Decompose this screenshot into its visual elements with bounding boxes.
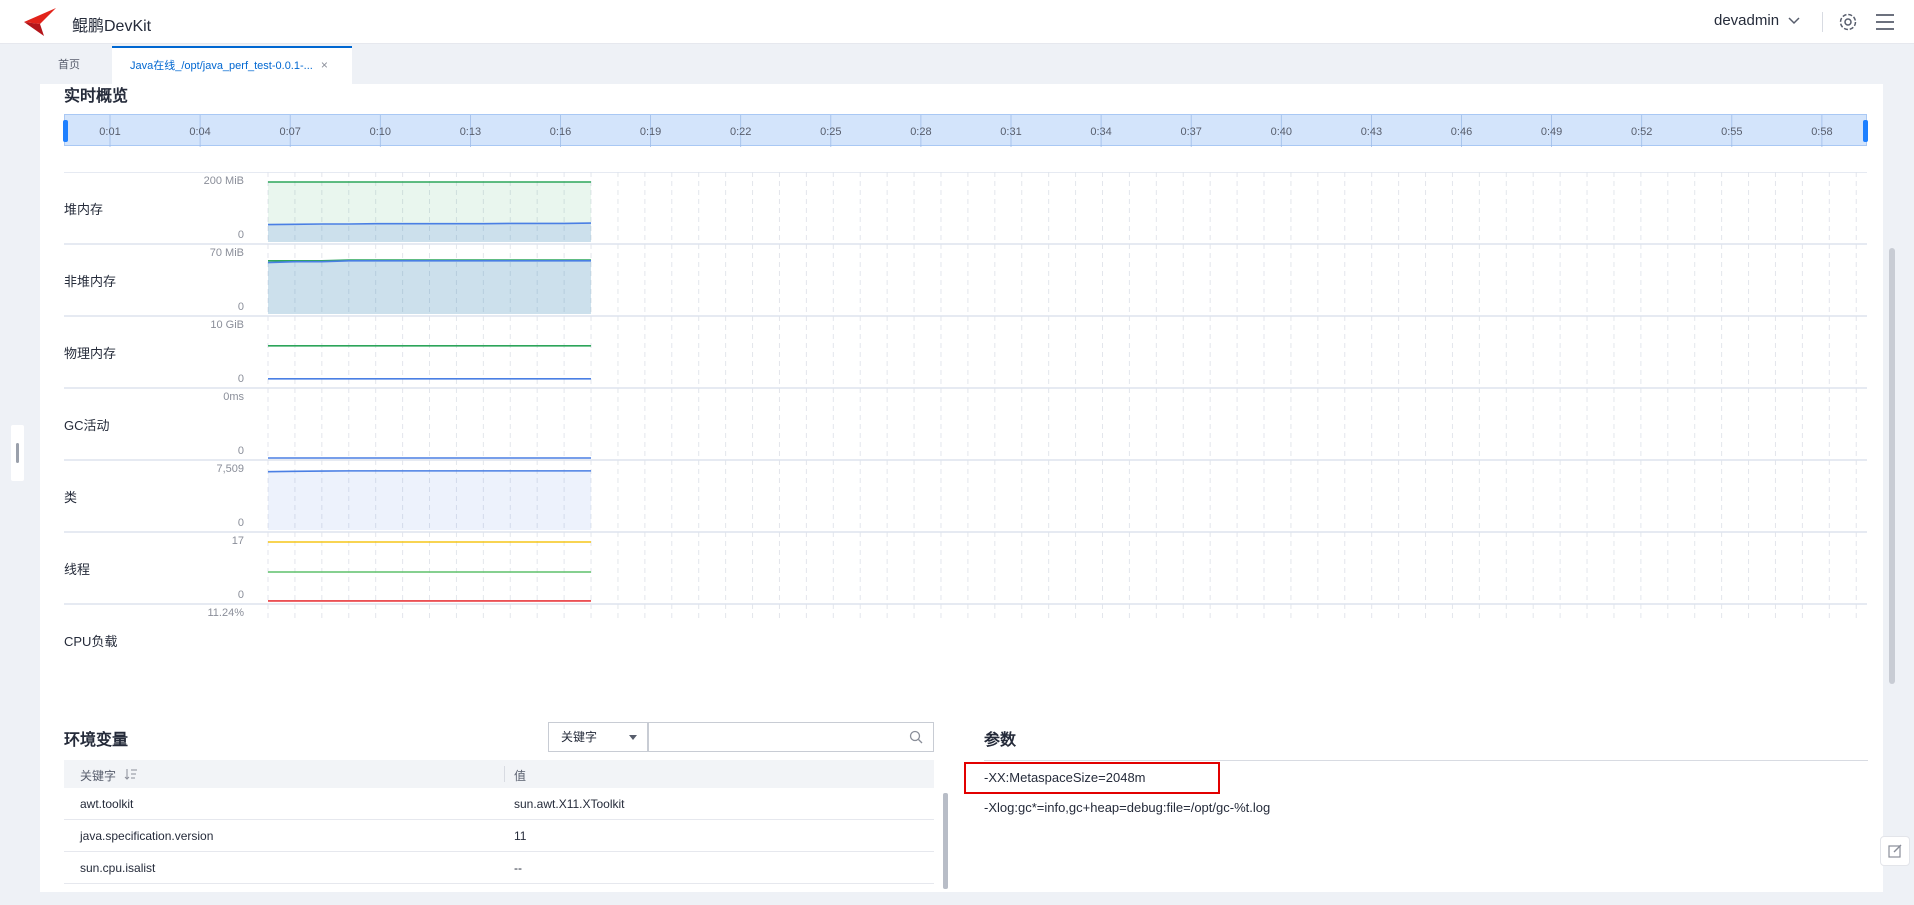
timeline-tick-label: 0:58: [1811, 126, 1832, 138]
env-key: awt.toolkit: [80, 797, 134, 811]
column-divider: [504, 766, 505, 782]
chart-row-label: 非堆内存: [64, 274, 117, 289]
timeline-tick-label: 0:43: [1361, 126, 1382, 138]
y-max-label: 70 MiB: [210, 247, 244, 259]
env-title: 环境变量: [64, 732, 129, 749]
timeline-tick-label: 0:34: [1090, 126, 1111, 138]
series-line: [267, 470, 592, 473]
sort-icon[interactable]: [124, 768, 138, 780]
table-scrollbar[interactable]: [943, 793, 948, 889]
env-value: --: [514, 861, 522, 875]
series-area: [268, 470, 592, 530]
timeline-tick-label: 0:13: [460, 126, 481, 138]
table-header: 关键字 值: [64, 760, 934, 788]
caret-down-icon: [629, 735, 637, 740]
timeline-tick-label: 0:22: [730, 126, 751, 138]
y-max-label: 7,509: [216, 463, 244, 475]
y-min-label: 0: [238, 373, 244, 385]
kunpeng-logo-icon: [24, 8, 56, 36]
timeline-tick-label: 0:49: [1541, 126, 1562, 138]
close-icon[interactable]: ×: [321, 58, 328, 72]
y-max-label: 200 MiB: [204, 175, 244, 187]
feedback-button[interactable]: [1880, 836, 1910, 866]
y-min-label: 0: [238, 301, 244, 313]
tab-java-online[interactable]: Java在线_/opt/java_perf_test-0.0.1-... ×: [112, 46, 352, 84]
top-bar: 鲲鹏DevKit devadmin: [0, 0, 1914, 44]
overview-title: 实时概览: [64, 88, 129, 105]
chart-row-label: 物理内存: [64, 346, 117, 361]
timeline-tick-label: 0:31: [1000, 126, 1021, 138]
param-item: -XX:MetaspaceSize=2048m: [984, 770, 1146, 785]
timeline-tick-label: 0:01: [99, 126, 120, 138]
param-item: -Xlog:gc*=info,gc+heap=debug:file=/opt/g…: [984, 800, 1271, 815]
params-title: 参数: [984, 732, 1017, 749]
user-menu[interactable]: devadmin: [1714, 12, 1779, 29]
y-max-label: 17: [232, 535, 244, 547]
table-row[interactable]: awt.toolkit sun.awt.X11.XToolkit: [64, 788, 934, 820]
chart-row-label: GC活动: [64, 418, 110, 433]
gear-icon[interactable]: [1837, 11, 1859, 33]
table-row[interactable]: java.specification.version 11: [64, 820, 934, 852]
hamburger-menu-icon[interactable]: [1874, 12, 1896, 32]
chart-row-label: 线程: [64, 562, 91, 577]
monitor-charts: 200 MiB 0 70 MiB 0 10 GiB 0 0ms 0 7,509 0 17 0 11.24…: [64, 172, 1867, 622]
env-key: sun.cpu.isalist: [80, 861, 156, 875]
chart-row-label: CPU负载: [64, 634, 118, 649]
timeline-tick-label: 0:28: [910, 126, 931, 138]
timeline-tick-label: 0:04: [189, 126, 210, 138]
series-area: [268, 223, 592, 242]
edit-icon: [1888, 844, 1902, 858]
tab-home-label: 首页: [58, 59, 80, 71]
timeline-tick-label: 0:10: [370, 126, 391, 138]
chart-row-label: 类: [64, 490, 78, 505]
timeline-tick-label: 0:07: [279, 126, 300, 138]
search-icon[interactable]: [909, 730, 923, 744]
timeline-tick-label: 0:40: [1271, 126, 1292, 138]
column-header-key[interactable]: 关键字: [80, 767, 116, 784]
y-max-label: 0ms: [223, 391, 244, 403]
chart-row-label: 堆内存: [64, 202, 104, 217]
chevron-down-icon[interactable]: [1787, 16, 1801, 26]
y-min-label: 0: [238, 445, 244, 457]
filter-select-value: 关键字: [561, 730, 598, 744]
y-min-label: 0: [238, 517, 244, 529]
timeline-tick-label: 0:19: [640, 126, 661, 138]
series-area: [268, 260, 592, 314]
timeline-tick-label: 0:46: [1451, 126, 1472, 138]
timeline-tick-label: 0:55: [1721, 126, 1742, 138]
column-header-value: 值: [514, 769, 527, 783]
env-key: java.specification.version: [80, 829, 214, 843]
tab-java-label: Java在线_/opt/java_perf_test-0.0.1-...: [130, 60, 313, 72]
y-max-label: 10 GiB: [210, 319, 244, 331]
tab-home[interactable]: 首页×: [40, 46, 110, 110]
main-panel: 实时概览 0:01 0:04 0:07 0:10 0:13 0:16 0:19 0:22 0:2…: [40, 84, 1883, 892]
filter-select[interactable]: 关键字: [548, 722, 648, 752]
side-collapse-handle[interactable]: [11, 425, 24, 481]
params-divider: [984, 760, 1868, 761]
divider: [1822, 12, 1823, 32]
timeline-tick-label: 0:16: [550, 126, 571, 138]
timeline-tick-label: 0:37: [1180, 126, 1201, 138]
env-value: 11: [514, 829, 527, 843]
y-min-label: 0: [238, 229, 244, 241]
timeline-tick-label: 0:25: [820, 126, 841, 138]
table-row[interactable]: sun.cpu.isalist --: [64, 852, 934, 884]
env-search-input[interactable]: [648, 722, 934, 752]
brand-name: 鲲鹏DevKit: [72, 18, 152, 35]
page-scrollbar[interactable]: [1889, 248, 1895, 684]
timeline-ticks: 0:01 0:04 0:07 0:10 0:13 0:16 0:19 0:22 0:25 0:28…: [99, 115, 1833, 147]
timeline-tick-label: 0:52: [1631, 126, 1652, 138]
env-value: sun.awt.X11.XToolkit: [514, 797, 625, 811]
timeline-brush[interactable]: 0:01 0:04 0:07 0:10 0:13 0:16 0:19 0:22 0:25 0:28…: [63, 114, 1868, 147]
y-min-label: 0: [238, 589, 244, 601]
y-max-label: 11.24%: [208, 607, 245, 619]
